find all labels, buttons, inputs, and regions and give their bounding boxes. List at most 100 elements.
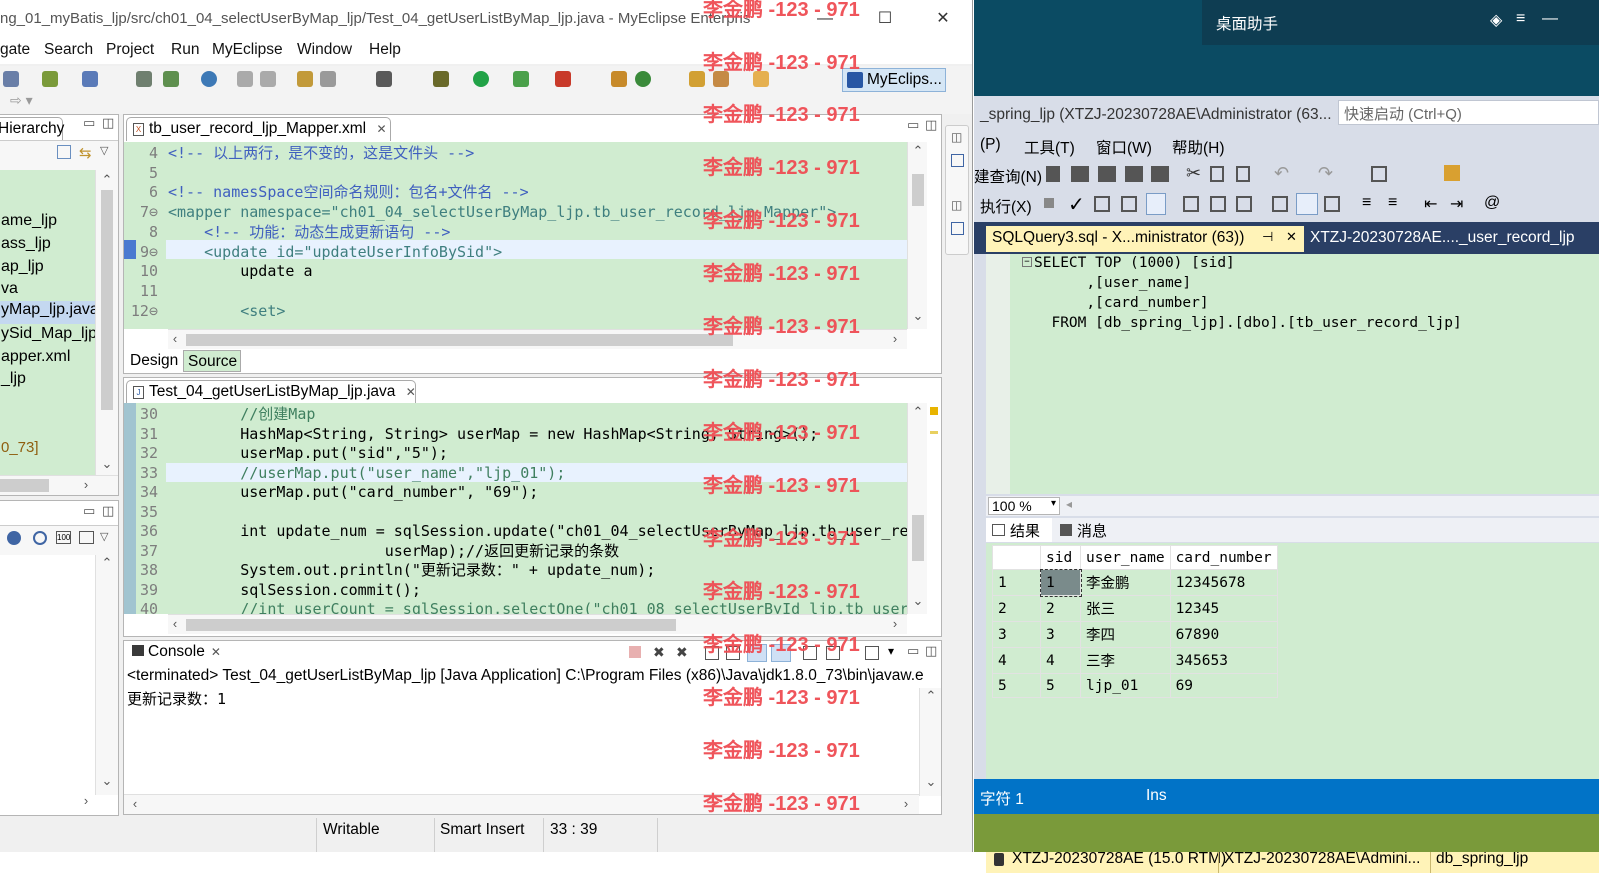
cell-sid[interactable]: 4 [1040, 647, 1081, 674]
new-class-icon[interactable] [611, 71, 627, 87]
tree-item[interactable]: ame_ljp [1, 212, 57, 230]
client-stats-icon[interactable] [1236, 196, 1252, 212]
tab-results[interactable]: 结果 [986, 518, 1052, 542]
menu-navigate[interactable]: gate [0, 41, 30, 59]
cell-sid-selected[interactable]: 1 [1039, 568, 1082, 597]
console-vscroll[interactable]: ⌃ ⌄ [919, 688, 941, 796]
view-menu-icon[interactable]: ▽ [100, 144, 108, 157]
column-header[interactable]: sid [1040, 545, 1081, 570]
close-tab-icon[interactable]: ✕ [211, 645, 221, 659]
table-row[interactable]: 4 4 三李 345653 [992, 647, 1278, 674]
refresh-icon[interactable] [260, 71, 276, 87]
cell-sid[interactable]: 5 [1040, 673, 1081, 698]
hierarchy-hscroll[interactable]: › [0, 475, 118, 495]
row-number[interactable]: 3 [992, 621, 1041, 648]
external-tools-icon[interactable] [555, 71, 571, 87]
occurrence-marker[interactable] [930, 431, 938, 434]
scroll-down-icon[interactable]: ⌄ [924, 774, 938, 790]
cell-user-name[interactable]: 李四 [1080, 621, 1171, 648]
estimated-plan-icon[interactable] [1094, 196, 1110, 212]
cell-sid[interactable]: 2 [1040, 595, 1081, 622]
coverage-icon[interactable] [513, 71, 529, 87]
query-design-icon[interactable] [1121, 196, 1137, 212]
tab-table-result[interactable]: XTZJ-20230728AE...._user_record_ljp [1310, 229, 1575, 247]
scroll-left-icon[interactable]: ‹ [168, 616, 182, 631]
tab-design[interactable]: Design [126, 350, 182, 372]
scroll-thumb[interactable] [912, 174, 924, 206]
minimize-view-icon[interactable]: ▭ [83, 503, 95, 519]
maximize-view-icon[interactable]: ◫ [102, 503, 114, 519]
tree-item[interactable]: va [1, 280, 18, 298]
close-tab-icon[interactable]: ✕ [406, 385, 416, 399]
cut-icon[interactable]: ✂ [1186, 163, 1201, 184]
tree-item[interactable]: ySid_Map_ljp [1, 325, 97, 343]
link-icon[interactable]: ⇆ [79, 144, 92, 162]
scroll-down-icon[interactable]: ⌄ [100, 456, 114, 472]
terminate-icon[interactable] [629, 646, 641, 658]
dax-icon[interactable] [1151, 166, 1169, 182]
tree-item-jre[interactable]: 0_73] [1, 439, 39, 456]
sql-editor[interactable]: − SELECT TOP (1000) [sid] ,[user_name] ,… [986, 254, 1599, 494]
save-icon[interactable] [3, 71, 19, 87]
close-button[interactable]: ✕ [928, 6, 958, 32]
cell-user-name[interactable]: 三李 [1080, 647, 1171, 674]
build-icon[interactable] [297, 71, 313, 87]
tab-java-file[interactable]: J Test_04_getUserListByMap_ljp.java ✕ [126, 380, 416, 404]
view-menu-icon[interactable]: ▾ [888, 644, 894, 658]
zoom-select[interactable]: 100 % ▾ [988, 497, 1060, 515]
tab-source[interactable]: Source [183, 350, 241, 372]
tree-item[interactable]: apper.xml [1, 348, 70, 366]
hierarchy-vscroll[interactable]: ⌃ ⌄ [95, 170, 118, 478]
tree-item-selected[interactable]: yMap_ljp.java [0, 301, 99, 324]
scroll-thumb[interactable] [101, 190, 113, 410]
warning-marker[interactable] [930, 407, 938, 415]
uncomment-icon[interactable]: ≡ [1388, 194, 1397, 212]
minimize-editor-icon[interactable]: ▭ [907, 117, 919, 133]
scroll-right-icon[interactable]: › [888, 331, 902, 346]
tab-sqlquery3[interactable]: SQLQuery3.sql - X...ministrator (63)) ⊣ … [986, 226, 1304, 252]
activity-monitor-icon[interactable] [1371, 166, 1387, 182]
maximize-view-icon[interactable]: ◫ [925, 643, 937, 659]
scroll-up-icon[interactable]: ⌃ [911, 404, 925, 420]
dmx-icon[interactable] [1098, 166, 1116, 182]
tab-xml-mapper[interactable]: X tb_user_record_ljp_Mapper.xml ✕ [126, 117, 391, 141]
undo-icon[interactable]: ↶ [1274, 163, 1289, 184]
menu-help[interactable]: 帮助(H) [1172, 136, 1225, 158]
scroll-up-icon[interactable]: ⌃ [100, 172, 114, 188]
table-row[interactable]: 5 5 ljp_01 69 [992, 673, 1278, 698]
row-number[interactable]: 2 [992, 595, 1041, 622]
results-to-grid-icon[interactable] [1146, 193, 1166, 215]
menu-window[interactable]: Window [297, 41, 352, 59]
minimize-view-icon[interactable]: ▭ [83, 115, 95, 131]
scroll-left-icon[interactable]: ‹ [128, 796, 142, 811]
copy-icon[interactable] [1210, 166, 1224, 182]
scroll-down-icon[interactable]: ⌄ [911, 593, 925, 609]
results-file-icon[interactable] [1324, 196, 1340, 212]
scroll-thumb[interactable] [186, 619, 676, 631]
new-query-button[interactable]: 建查询(N) [974, 165, 1042, 187]
outline-vscroll[interactable]: ⌃ ⌄ [95, 555, 118, 795]
parse-icon[interactable]: ✓ [1068, 192, 1085, 217]
cell-user-name[interactable]: ljp_01 [1080, 673, 1171, 698]
close-tab-icon[interactable]: ✕ [1286, 229, 1297, 245]
tree-item[interactable]: ass_ljp [1, 235, 51, 253]
menu-window[interactable]: 窗口(W) [1096, 136, 1152, 158]
tab-hierarchy[interactable]: Hierarchy [0, 117, 64, 141]
open-console-icon[interactable] [865, 646, 879, 660]
fit-icon[interactable] [79, 531, 94, 544]
zoom-100-icon[interactable]: 100 [56, 531, 71, 544]
java-vscroll[interactable]: ⌃ ⌄ [907, 403, 927, 614]
scroll-right-icon[interactable]: › [79, 793, 93, 808]
scroll-right-icon[interactable]: › [888, 616, 902, 631]
cell-card-number[interactable]: 69 [1169, 673, 1278, 698]
scroll-right-icon[interactable]: › [79, 477, 93, 492]
tree-item[interactable]: ap_ljp [1, 258, 44, 276]
cell-card-number[interactable]: 67890 [1169, 621, 1278, 648]
search-server-icon[interactable] [82, 71, 98, 87]
menu-tools[interactable]: 工具(T) [1024, 136, 1075, 158]
cell-user-name[interactable]: 李金鹏 [1080, 569, 1171, 596]
tab-console[interactable]: Console ✕ [126, 641, 226, 665]
minimize-view-icon[interactable]: ▭ [907, 643, 919, 659]
increase-indent-icon[interactable]: ⇥ [1450, 194, 1463, 214]
scroll-left-icon[interactable]: ‹ [168, 331, 182, 346]
